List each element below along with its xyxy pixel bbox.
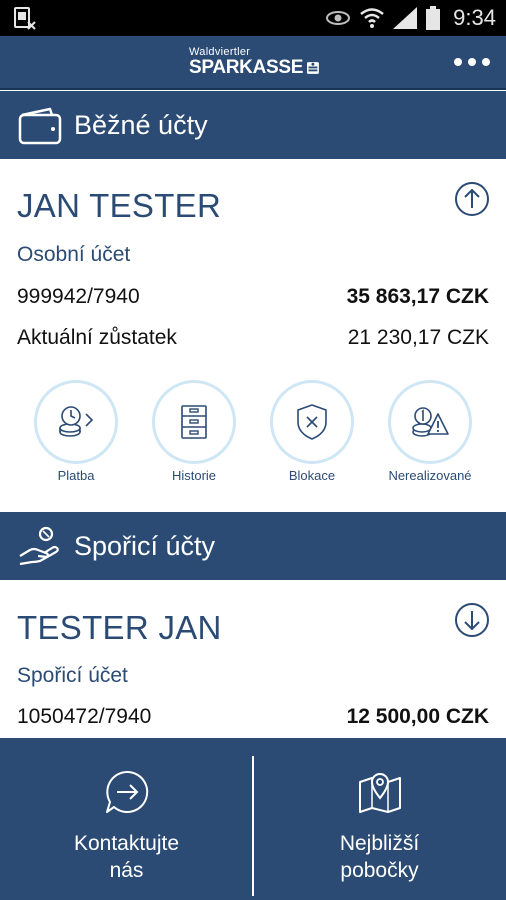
status-icons: 9:34 <box>325 0 496 36</box>
dot-icon <box>468 58 476 66</box>
account-number: 999942/7940 <box>17 285 140 308</box>
nearest-branches-label-line2: pobočky <box>340 859 419 882</box>
contact-us-label-line1: Kontaktujte <box>73 832 180 855</box>
sparkasse-s-icon <box>307 62 319 74</box>
dot-icon <box>454 58 462 66</box>
contact-us-button[interactable]: Kontaktujte nás <box>0 738 253 900</box>
account-type: Spořicí účet <box>17 664 128 687</box>
account-balance: 12 500,00 CZK <box>346 705 489 728</box>
section-current-accounts: Běžné účty <box>0 91 506 159</box>
block-ring <box>270 380 354 464</box>
more-menu-button[interactable] <box>454 54 490 70</box>
signal-icon <box>393 7 418 29</box>
payment-ring <box>34 380 118 464</box>
pending-label: Nerealizované <box>388 468 472 483</box>
history-button[interactable]: Historie <box>139 380 249 490</box>
sim-card-icon <box>14 7 36 30</box>
payment-button[interactable]: Platba <box>21 380 131 490</box>
section-title: Spořicí účty <box>74 530 216 561</box>
brand-logo: Waldviertler SPARKASSE <box>189 46 319 82</box>
collapse-arrow-up-icon[interactable] <box>454 181 490 217</box>
brand-name-text: SPARKASSE <box>189 57 304 78</box>
dot-icon <box>482 58 490 66</box>
bottom-navigation: Kontaktujte nás Nejbližší pobočky <box>0 738 506 900</box>
section-title: Běžné účty <box>74 109 208 140</box>
history-ring <box>152 380 236 464</box>
account-actions: Platba Historie Blokace Nerealizované <box>0 380 506 490</box>
account-holder-name: TESTER JAN <box>17 609 222 646</box>
account-holder-name: JAN TESTER <box>17 187 222 224</box>
shield-x-icon <box>297 404 327 440</box>
section-savings-accounts: Spořicí účty <box>0 512 506 580</box>
block-button[interactable]: Blokace <box>257 380 367 490</box>
account-number: 1050472/7940 <box>17 705 152 728</box>
wallet-icon <box>18 107 62 145</box>
payment-coins-icon <box>59 406 94 437</box>
pending-ring <box>388 380 472 464</box>
coins-warning-icon <box>412 407 449 437</box>
pending-button[interactable]: Nerealizované <box>375 380 485 490</box>
current-balance-label: Aktuální zůstatek <box>17 326 177 349</box>
account-balance: 35 863,17 CZK <box>346 285 489 308</box>
expand-arrow-down-icon[interactable] <box>454 602 490 638</box>
contact-us-label: Kontaktujte nás <box>0 830 253 884</box>
nearest-branches-button[interactable]: Nejbližší pobočky <box>253 738 506 900</box>
battery-icon <box>426 6 441 30</box>
contact-us-label-line2: nás <box>109 859 144 882</box>
brand-name: SPARKASSE <box>189 58 319 78</box>
eye-icon <box>326 11 351 25</box>
wifi-icon <box>360 8 384 28</box>
chat-arrow-icon <box>106 770 149 813</box>
hand-coin-icon <box>19 526 59 566</box>
app-header: Waldviertler SPARKASSE <box>0 36 506 90</box>
clock: 9:34 <box>453 5 496 30</box>
payment-label: Platba <box>57 468 95 483</box>
map-pin-icon <box>359 773 401 813</box>
history-label: Historie <box>171 468 217 483</box>
block-label: Blokace <box>288 468 336 483</box>
nearest-branches-label-line1: Nejbližší <box>339 832 420 855</box>
savings-account-card[interactable]: TESTER JAN Spořicí účet 1050472/7940 12 … <box>0 580 506 738</box>
status-bar: 9:34 <box>0 0 506 36</box>
nearest-branches-label: Nejbližší pobočky <box>253 830 506 884</box>
account-type: Osobní účet <box>17 243 131 266</box>
current-balance-value: 21 230,17 CZK <box>347 326 489 349</box>
file-cabinet-icon <box>181 405 207 439</box>
